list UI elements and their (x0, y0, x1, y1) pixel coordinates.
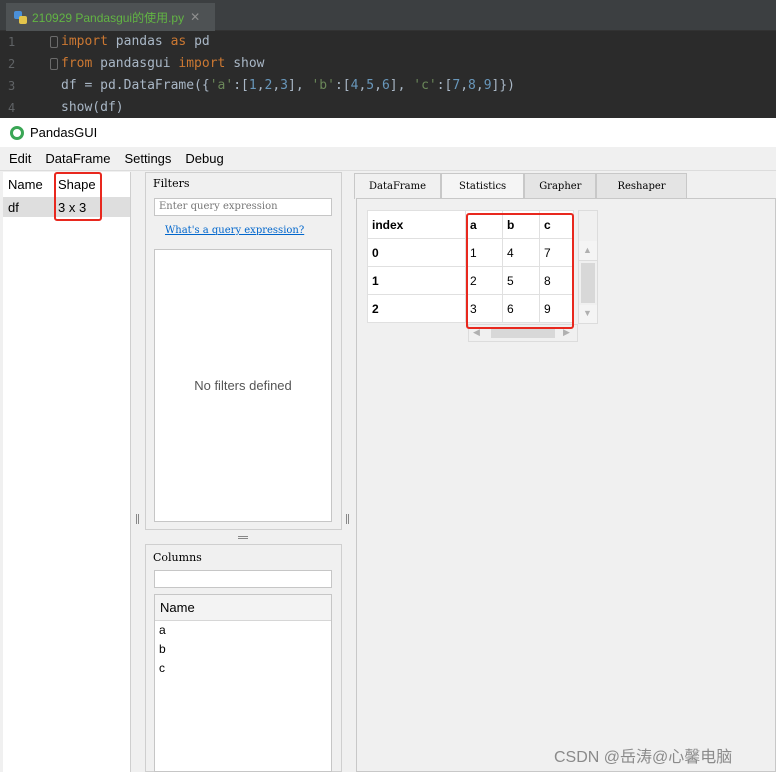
columns-list-header[interactable]: Name (155, 595, 331, 621)
dataframe-name: df (8, 199, 19, 215)
watermark: CSDN @岳涛@心馨电脑 (554, 749, 733, 766)
code-text: import pandas as pd (61, 31, 210, 53)
filters-title: Filters (153, 177, 190, 190)
code-token: as (170, 34, 187, 49)
code-token: , (256, 78, 265, 93)
fold-marker-icon[interactable] (50, 58, 58, 70)
dataframe-navigator: Name Shape df 3 x 3 (3, 172, 131, 772)
filters-list: No filters defined (154, 249, 332, 522)
window-titlebar: PandasGUI (0, 118, 776, 147)
columns-list: Name a b c (154, 594, 332, 772)
row-index[interactable]: 2 (367, 294, 466, 323)
tab-grapher[interactable]: Grapher (524, 173, 597, 199)
highlight-box-columns (466, 213, 574, 329)
arrow-up-icon: ▲ (583, 245, 592, 255)
code-token: show (225, 56, 265, 71)
panda-logo-icon (10, 125, 24, 140)
code-token: 3 (280, 78, 288, 93)
menu-dataframe[interactable]: DataFrame (40, 151, 115, 166)
line-number: 1 (8, 35, 16, 49)
editor-tab[interactable]: 210929 Pandasgui的使用.py ✕ (6, 3, 215, 31)
code-token: import (178, 56, 226, 71)
vertical-scroll-thumb[interactable] (581, 263, 595, 303)
window-title: PandasGUI (30, 125, 98, 140)
no-filters-message: No filters defined (194, 378, 292, 393)
code-token: df = pd.DataFrame({ (61, 78, 210, 93)
code-token: :[ (334, 78, 351, 93)
column-item-a[interactable]: a (155, 621, 331, 640)
code-token: pd (186, 34, 210, 49)
code-token: 1 (248, 78, 257, 93)
columns-panel: Columns Name a b c (145, 544, 342, 772)
code-text: from pandasgui import show (61, 53, 265, 75)
code-token: pandasgui (92, 56, 179, 71)
fold-marker-icon[interactable] (50, 36, 58, 48)
filters-panel: Filters Enter query expression What's a … (145, 172, 342, 530)
code-token: ]}) (491, 78, 516, 93)
code-token: from (61, 56, 93, 71)
code-token: 'a' (209, 78, 234, 93)
code-line[interactable]: 3 df = pd.DataFrame({'a':[1,2,3], 'b':[4,… (0, 75, 776, 97)
code-token: pandas (107, 34, 171, 49)
header-index[interactable]: index (367, 210, 466, 239)
splitter-handle-left[interactable] (136, 514, 139, 524)
code-token: , (460, 78, 469, 93)
line-number: 4 (8, 101, 16, 115)
code-token: 5 (366, 78, 375, 93)
column-item-c[interactable]: c (155, 659, 331, 678)
code-token: , (374, 78, 382, 93)
splitter-handle-right[interactable] (346, 514, 349, 524)
code-token: :[ (233, 78, 249, 93)
code-token: import (61, 34, 108, 49)
code-text: show(df) (61, 97, 124, 119)
code-token: :[ (436, 78, 453, 93)
scroll-down-button[interactable]: ▼ (579, 305, 597, 323)
code-token: , (475, 78, 484, 93)
code-token: , (272, 78, 281, 93)
python-file-icon (14, 10, 27, 24)
pandasgui-window: PandasGUI Edit DataFrame Settings Debug … (0, 118, 776, 772)
menu-edit[interactable]: Edit (4, 151, 36, 166)
code-token: show(df) (61, 100, 124, 115)
menu-bar: Edit DataFrame Settings Debug (0, 147, 776, 171)
close-icon[interactable]: ✕ (190, 10, 200, 24)
tab-dataframe[interactable]: DataFrame (354, 173, 442, 199)
code-line[interactable]: 2 from pandasgui import show (0, 53, 776, 75)
splitter-handle-middle[interactable] (238, 536, 248, 539)
query-expression-input[interactable]: Enter query expression (154, 198, 332, 216)
code-token: ], (288, 78, 312, 93)
menu-debug[interactable]: Debug (180, 151, 228, 166)
row-index[interactable]: 1 (367, 266, 466, 295)
arrow-down-icon: ▼ (583, 308, 592, 318)
code-area[interactable]: 1 import pandas as pd 2 from pandasgui impo… (0, 31, 776, 119)
code-token: 9 (483, 78, 492, 93)
editor-tab-title: 210929 Pandasgui的使用.py (32, 10, 185, 25)
code-token: ], (389, 78, 414, 93)
code-token: 8 (468, 78, 476, 93)
menu-settings[interactable]: Settings (119, 151, 176, 166)
row-index[interactable]: 0 (367, 238, 466, 267)
code-line[interactable]: 1 import pandas as pd (0, 31, 776, 53)
line-number: 3 (8, 79, 16, 93)
editor-tab-bar: 210929 Pandasgui的使用.py ✕ (0, 0, 776, 31)
line-number: 2 (8, 57, 16, 71)
highlight-box-shape (54, 172, 102, 221)
tab-statistics[interactable]: Statistics (441, 173, 525, 199)
query-help-link[interactable]: What's a query expression? (165, 225, 304, 236)
code-token: 'c' (413, 78, 437, 93)
code-token: 'b' (311, 78, 335, 93)
code-text: df = pd.DataFrame({'a':[1,2,3], 'b':[4,5… (61, 75, 515, 97)
column-item-b[interactable]: b (155, 640, 331, 659)
column-search-input[interactable] (154, 570, 332, 588)
tab-reshaper[interactable]: Reshaper (596, 173, 687, 199)
code-token: 6 (381, 78, 390, 93)
view-tabs: DataFrame Statistics Grapher Reshaper (354, 173, 687, 199)
code-editor: 210929 Pandasgui的使用.py ✕ 1 import pandas … (0, 0, 776, 118)
code-line[interactable]: 4 show(df) (0, 97, 776, 119)
scroll-up-button[interactable]: ▲ (579, 241, 597, 261)
columns-title: Columns (153, 551, 202, 564)
vertical-scrollbar[interactable]: ▲ ▼ (578, 210, 598, 324)
header-name[interactable]: Name (3, 177, 55, 192)
horizontal-scroll-thumb[interactable] (491, 328, 555, 338)
